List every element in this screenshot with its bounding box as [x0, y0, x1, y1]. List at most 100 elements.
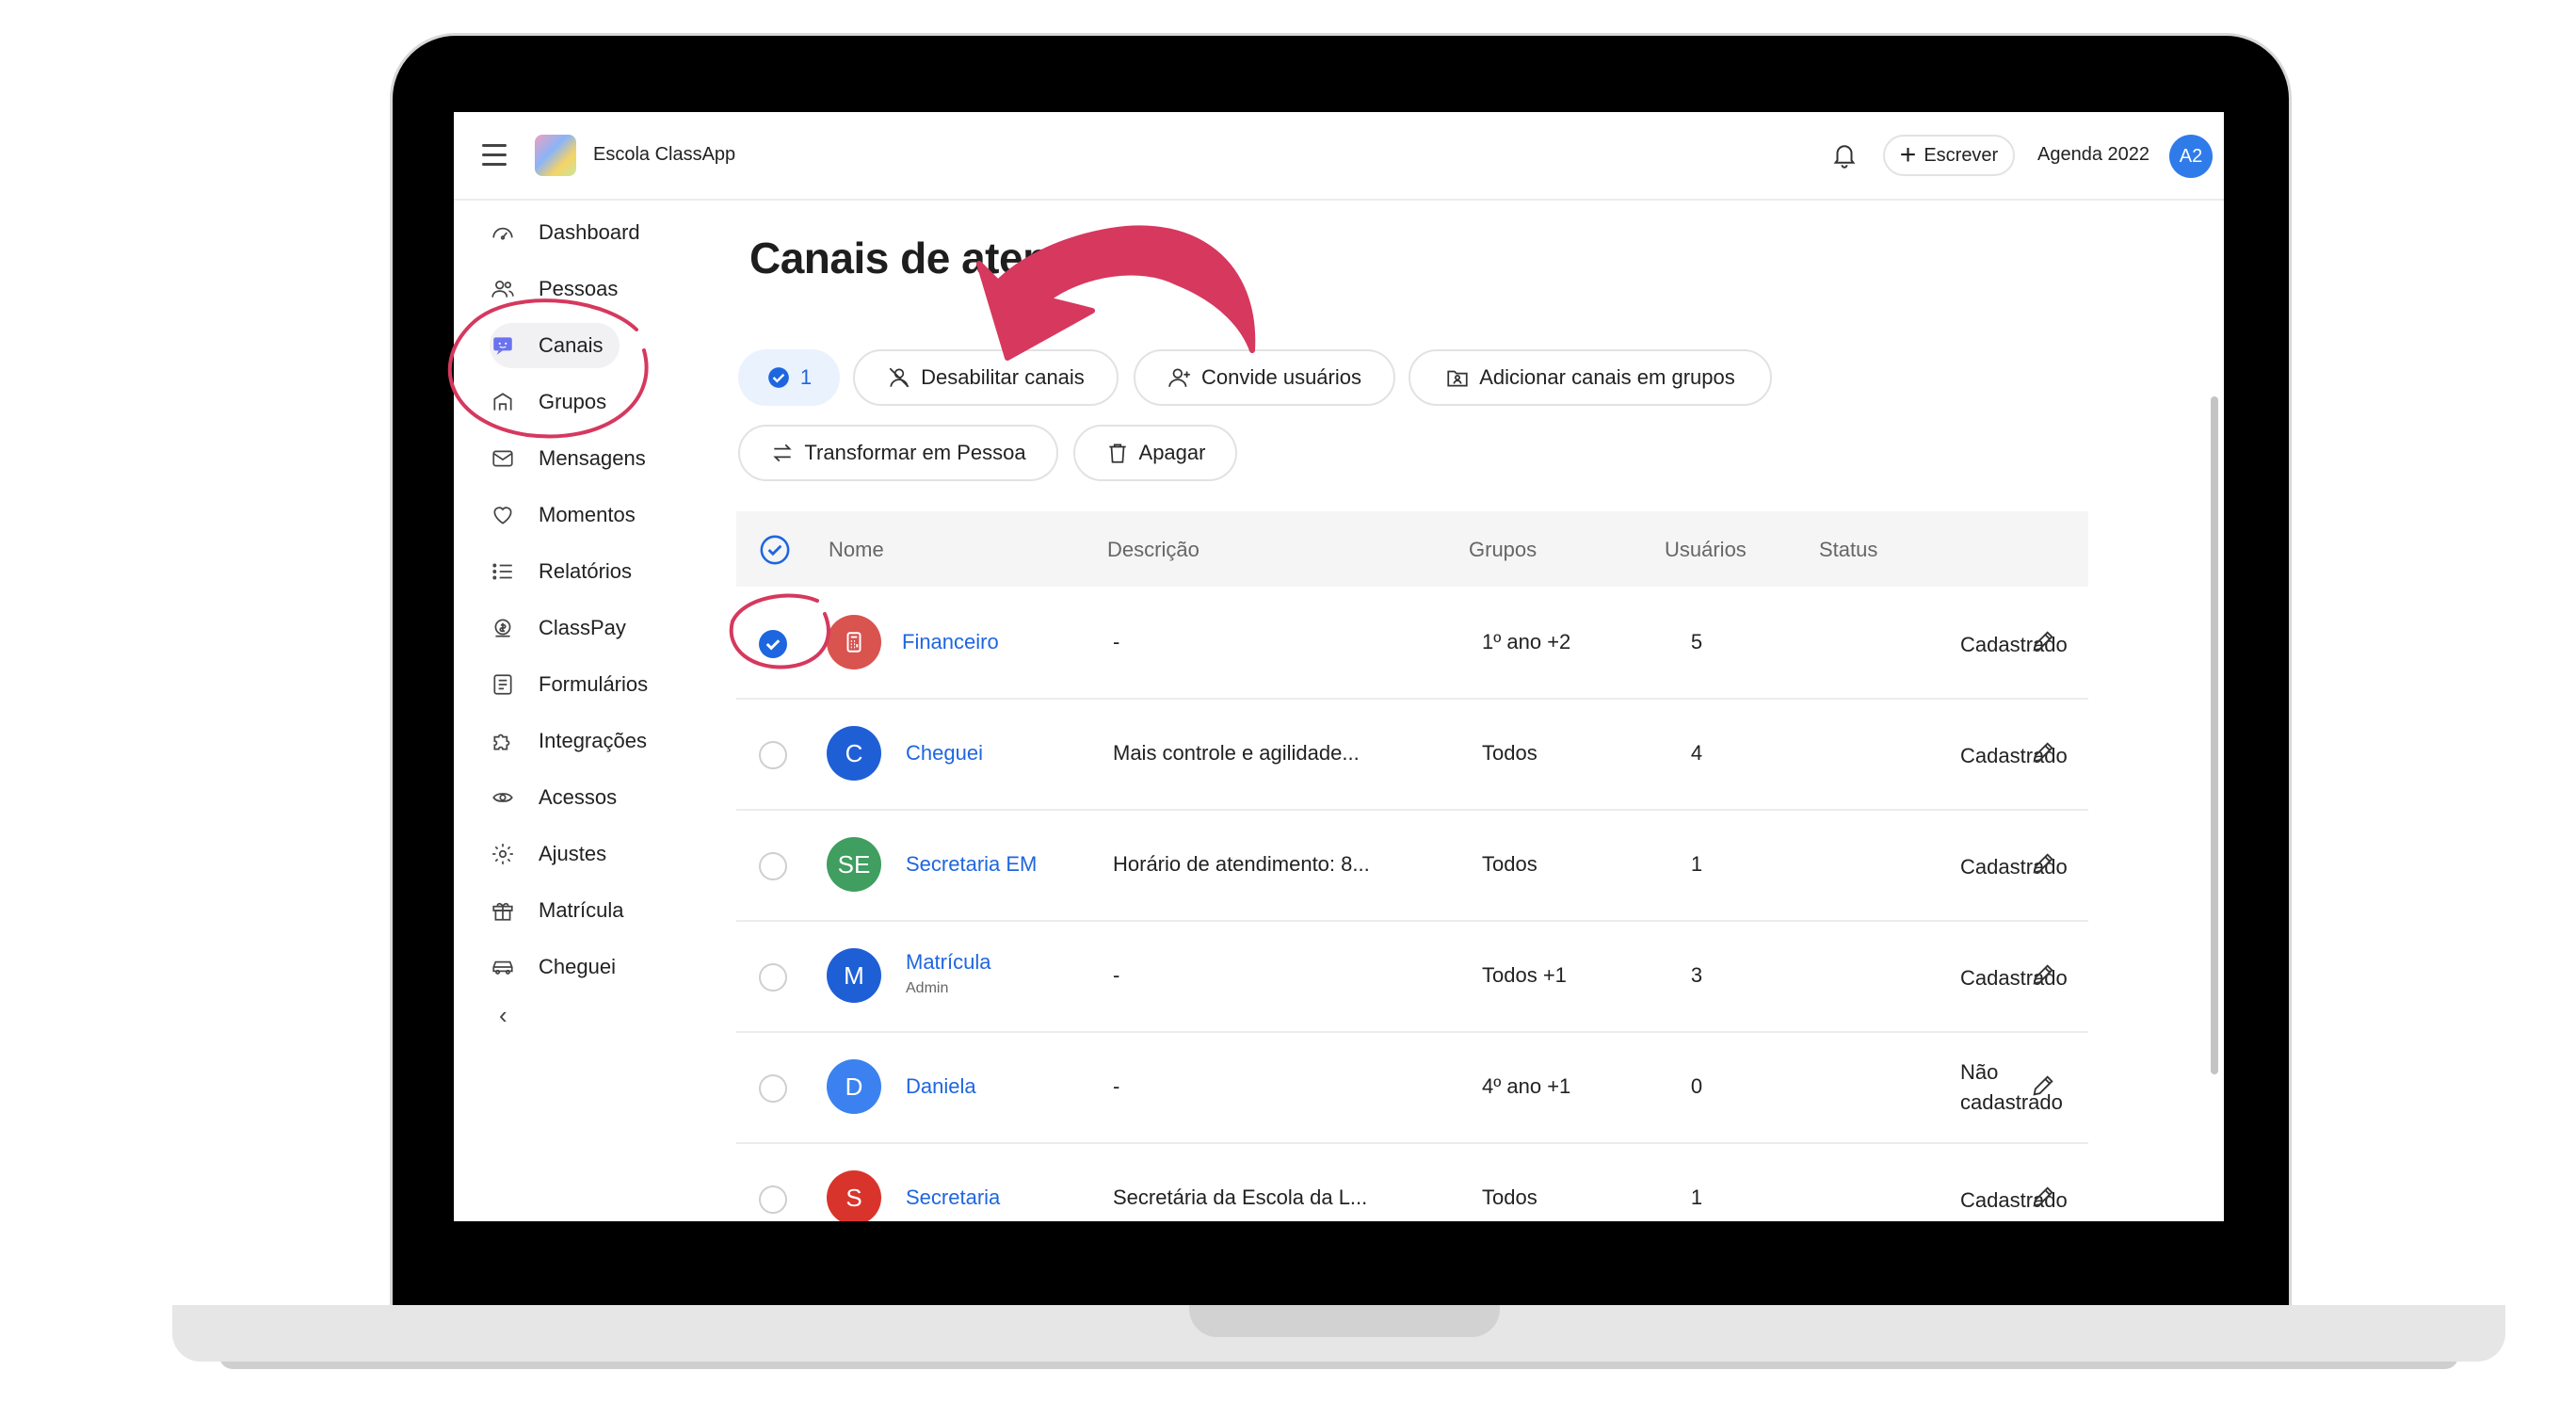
channel-name-link[interactable]: Secretaria EM	[906, 852, 1037, 877]
chat-icon	[490, 332, 516, 359]
sidebar-item-label: Grupos	[539, 390, 607, 413]
user-avatar[interactable]: A2	[2169, 135, 2213, 178]
sidebar-item-cheguei[interactable]: Cheguei	[490, 944, 633, 990]
table-row[interactable]: S Secretaria Secretária da Escola da L..…	[736, 1142, 2088, 1221]
channel-groups[interactable]: 4º ano +1	[1482, 1074, 1570, 1099]
sidebar: Dashboard Pessoas Canais Grupos Mensagen…	[454, 199, 717, 1221]
table-row[interactable]: SE Secretaria EM Horário de atendimento:…	[736, 809, 2088, 922]
delete-button[interactable]: Apagar	[1073, 425, 1237, 481]
row-checkbox[interactable]	[759, 963, 787, 992]
school-name[interactable]: Escola ClassApp	[593, 144, 735, 166]
sidebar-item-label: Momentos	[539, 503, 636, 526]
channel-name-link[interactable]: Secretaria	[906, 1185, 1000, 1210]
key-icon	[490, 784, 516, 811]
channel-name-link[interactable]: Financeiro	[902, 630, 999, 654]
sidebar-item-label: Formulários	[539, 672, 649, 696]
channel-groups[interactable]: Todos	[1482, 852, 1538, 877]
heart-icon	[490, 502, 516, 528]
sidebar-item-momentos[interactable]: Momentos	[490, 492, 652, 538]
sidebar-item-dashboard[interactable]: Dashboard	[490, 210, 657, 255]
column-header-name[interactable]: Nome	[829, 538, 884, 562]
channel-avatar: SE	[827, 837, 881, 892]
table-row[interactable]: C Cheguei Mais controle e agilidade... T…	[736, 698, 2088, 811]
channel-groups[interactable]: Todos	[1482, 741, 1538, 766]
table-row[interactable]: D Daniela - 4º ano +1 0 Não cadastrado	[736, 1031, 2088, 1144]
channel-groups[interactable]: Todos	[1482, 1185, 1538, 1210]
channel-description: -	[1113, 1074, 1120, 1098]
channel-groups[interactable]: Todos +1	[1482, 963, 1567, 988]
channel-avatar: S	[827, 1170, 881, 1221]
sidebar-item-canais[interactable]: Canais	[490, 323, 620, 368]
sidebar-item-integracoes[interactable]: Integrações	[490, 718, 664, 764]
page-title: Canais de atendimento	[749, 234, 1215, 282]
channel-name-link[interactable]: Matrícula	[906, 950, 990, 975]
sidebar-item-formularios[interactable]: Formulários	[490, 662, 665, 707]
row-checkbox[interactable]	[759, 1074, 787, 1103]
column-header-description: Descrição	[1107, 538, 1199, 561]
agenda-selector[interactable]: Agenda 2022	[2037, 144, 2149, 166]
transform-to-person-label: Transformar em Pessoa	[804, 441, 1026, 464]
column-header-users: Usuários	[1665, 538, 1747, 561]
form-icon	[490, 671, 516, 698]
edit-pencil-icon[interactable]	[2030, 961, 2056, 988]
sidebar-item-classpay[interactable]: ClassPay	[490, 605, 643, 651]
sidebar-item-grupos[interactable]: Grupos	[490, 379, 623, 425]
sidebar-item-label: Relatórios	[539, 559, 633, 583]
edit-pencil-icon[interactable]	[2030, 1184, 2056, 1210]
sidebar-item-matricula[interactable]: Matrícula	[490, 888, 640, 933]
bell-icon[interactable]	[1830, 140, 1859, 169]
table-row[interactable]: M Matrícula Admin - Todos +1 3 Cadastrad…	[736, 920, 2088, 1033]
scrollbar[interactable]	[2211, 396, 2218, 1074]
transform-to-person-button[interactable]: Transformar em Pessoa	[738, 425, 1058, 481]
add-channels-to-groups-button[interactable]: Adicionar canais em grupos	[1409, 349, 1772, 406]
laptop-notch	[1189, 1305, 1500, 1337]
sidebar-item-mensagens[interactable]: Mensagens	[490, 436, 663, 481]
select-all-checkbox[interactable]	[759, 534, 791, 566]
folder-user-icon	[1447, 370, 1468, 387]
channel-name-link[interactable]: Cheguei	[906, 741, 983, 766]
user-disable-icon	[889, 367, 910, 388]
sidebar-item-label: Dashboard	[539, 220, 640, 244]
row-checkbox[interactable]	[759, 630, 787, 658]
table-row[interactable]: Financeiro - 1º ano +2 5 Cadastrado	[736, 587, 2088, 700]
sidebar-item-pessoas[interactable]: Pessoas	[490, 266, 635, 312]
delete-label: Apagar	[1138, 441, 1206, 464]
collapse-sidebar-button[interactable]: ‹	[499, 1001, 507, 1030]
row-checkbox[interactable]	[759, 741, 787, 769]
channel-users-count: 1	[1690, 1185, 1703, 1209]
sidebar-item-label: ClassPay	[539, 616, 626, 639]
channel-users-count: 5	[1690, 630, 1703, 653]
edit-pencil-icon[interactable]	[2030, 1072, 2056, 1099]
channel-description: -	[1113, 630, 1120, 653]
edit-pencil-icon[interactable]	[2030, 850, 2056, 877]
plus-icon: +	[1899, 139, 1917, 170]
invite-users-button[interactable]: Convide usuários	[1134, 349, 1395, 406]
write-button[interactable]: + Escrever	[1883, 135, 2015, 176]
top-bar: Escola ClassApp + Escrever Agenda 2022 A…	[454, 112, 2224, 201]
menu-icon[interactable]	[482, 144, 507, 166]
sidebar-item-relatorios[interactable]: Relatórios	[490, 549, 649, 594]
edit-pencil-icon[interactable]	[2030, 739, 2056, 766]
puzzle-icon	[490, 728, 516, 754]
selected-count-badge[interactable]: 1	[738, 349, 840, 406]
channel-users-count: 1	[1690, 852, 1703, 876]
disable-channels-label: Desabilitar canais	[921, 365, 1085, 389]
calculator-icon	[827, 615, 881, 669]
swap-icon	[773, 443, 793, 462]
channel-users-count: 4	[1690, 741, 1703, 765]
channel-avatar: M	[827, 948, 881, 1003]
sidebar-item-acessos[interactable]: Acessos	[490, 775, 634, 820]
check-icon	[765, 639, 781, 651]
list-icon	[490, 558, 516, 585]
invite-users-label: Convide usuários	[1201, 365, 1361, 389]
row-checkbox[interactable]	[759, 852, 787, 880]
edit-pencil-icon[interactable]	[2030, 628, 2056, 654]
sidebar-item-ajustes[interactable]: Ajustes	[490, 831, 623, 877]
sidebar-item-label: Ajustes	[539, 842, 607, 865]
car-icon	[490, 954, 516, 980]
channel-avatar: D	[827, 1059, 881, 1114]
disable-channels-button[interactable]: Desabilitar canais	[853, 349, 1119, 406]
channel-groups[interactable]: 1º ano +2	[1482, 630, 1570, 654]
channel-name-link[interactable]: Daniela	[906, 1074, 976, 1099]
row-checkbox[interactable]	[759, 1185, 787, 1214]
